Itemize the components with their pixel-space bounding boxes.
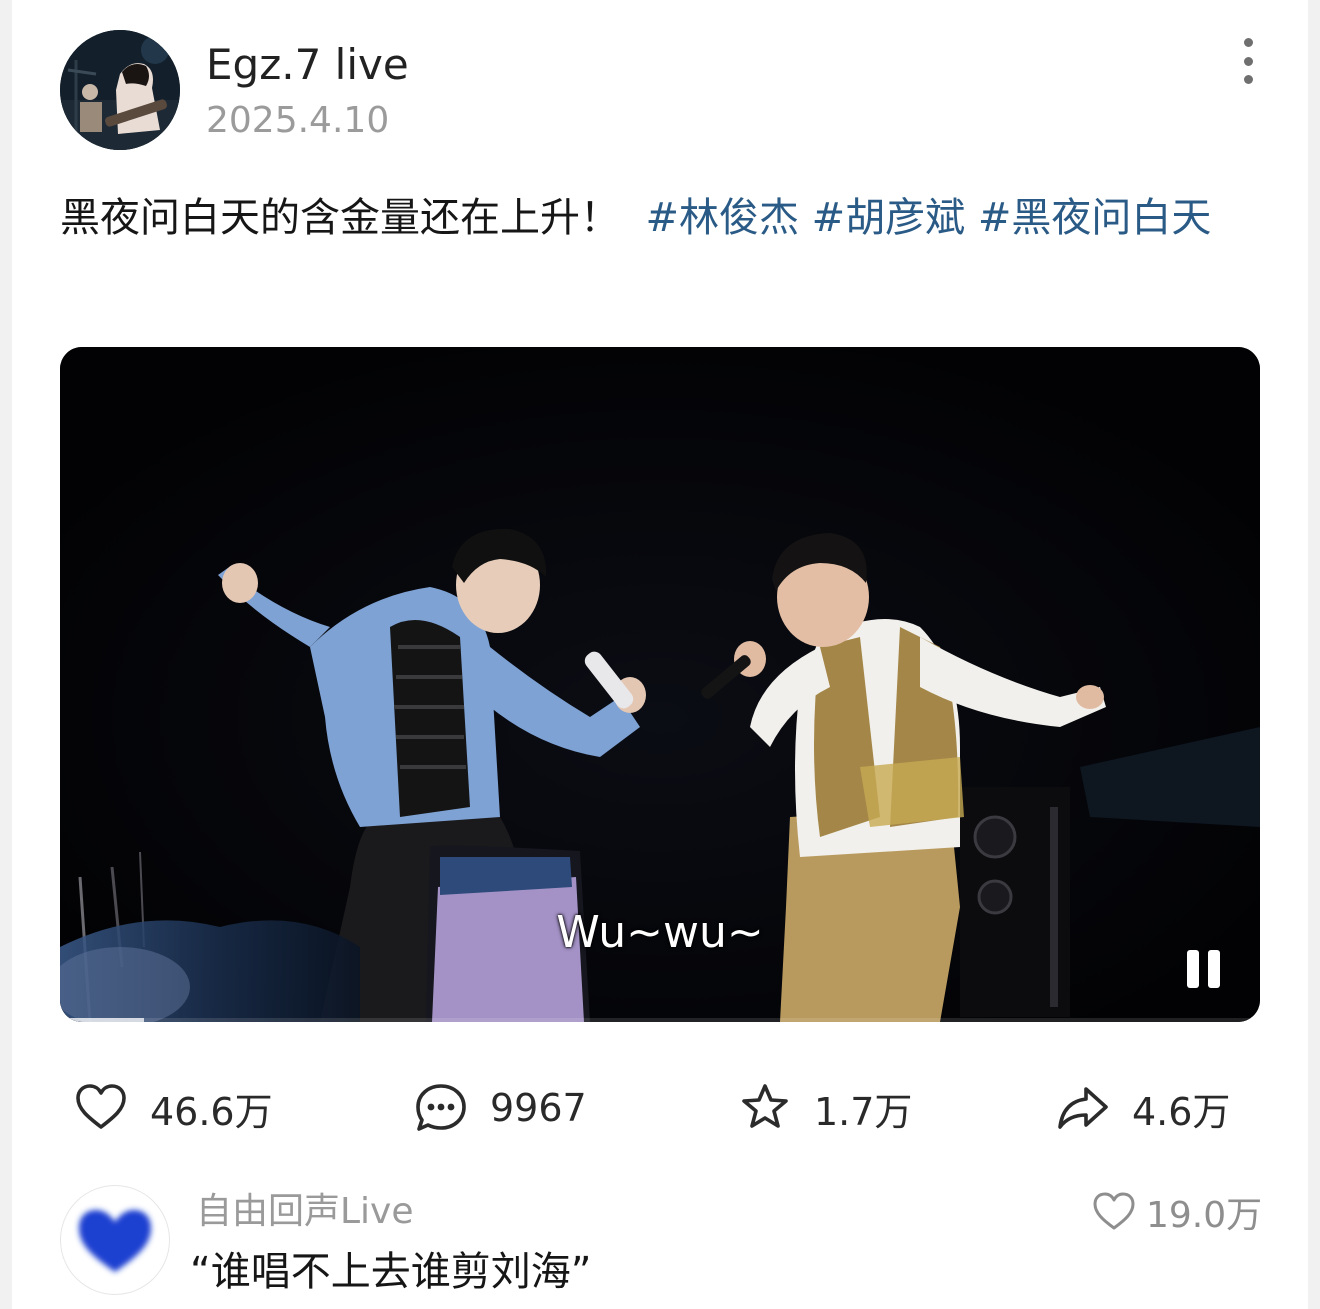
video-progress-fill [60,1018,144,1022]
share-button[interactable]: 4.6万 [1056,1078,1230,1138]
commenter-avatar[interactable] [60,1185,170,1295]
more-dot [1243,38,1253,47]
more-vertical-icon[interactable] [1226,38,1270,84]
pause-bar [1187,950,1199,988]
favorite-button[interactable]: 1.7万 [738,1078,912,1138]
comment-bubble-icon [416,1084,466,1131]
comment-author[interactable]: 自由回声Live [196,1190,414,1234]
comment-like-button[interactable]: 19.0万 [1092,1188,1262,1236]
pause-bar [1208,950,1220,988]
more-dot [1243,75,1253,84]
video-progress-bar[interactable] [60,1018,1260,1022]
hashtag-link[interactable]: #林俊杰 [645,195,799,241]
share-arrow-icon [1058,1087,1108,1129]
like-count: 46.6万 [150,1089,273,1134]
post-page: Egz.7 live 2025.4.10 黑夜问白天的含金量还在上升！ #林俊杰… [0,0,1320,1309]
caption-text: 黑夜问白天的含金量还在上升！ [60,195,620,241]
favorite-count: 1.7万 [814,1089,913,1134]
post-caption: 黑夜问白天的含金量还在上升！ #林俊杰 #胡彦斌 #黑夜问白天 [60,184,1260,252]
comment-count: 9967 [490,1086,587,1130]
more-dot [1243,56,1253,66]
pause-icon[interactable] [1184,950,1226,992]
hashtag-link[interactable]: #胡彦斌 [812,195,966,241]
post-date: 2025.4.10 [206,100,390,141]
star-icon [742,1084,788,1128]
video-subtitle: Wu~wu~ [556,907,764,958]
post-action-bar: 46.6万 9967 1.7万 4.6万 [0,1078,1320,1138]
comment-text: “谁唱不上去谁剪刘海” [190,1249,592,1295]
author-username[interactable]: Egz.7 live [206,40,409,90]
heart-icon [76,1084,126,1129]
author-avatar[interactable] [60,30,180,150]
blue-heart-avatar-image [79,1210,151,1272]
comment-like-count: 19.0万 [1146,1195,1263,1236]
like-button[interactable]: 46.6万 [74,1078,273,1138]
share-count: 4.6万 [1132,1089,1231,1134]
hashtag-link[interactable]: #黑夜问白天 [978,195,1212,241]
heart-icon [1093,1192,1135,1230]
comment-button[interactable]: 9967 [414,1078,587,1138]
author-avatar-image [60,30,180,150]
video-player[interactable]: Wu~wu~ [60,347,1260,1022]
